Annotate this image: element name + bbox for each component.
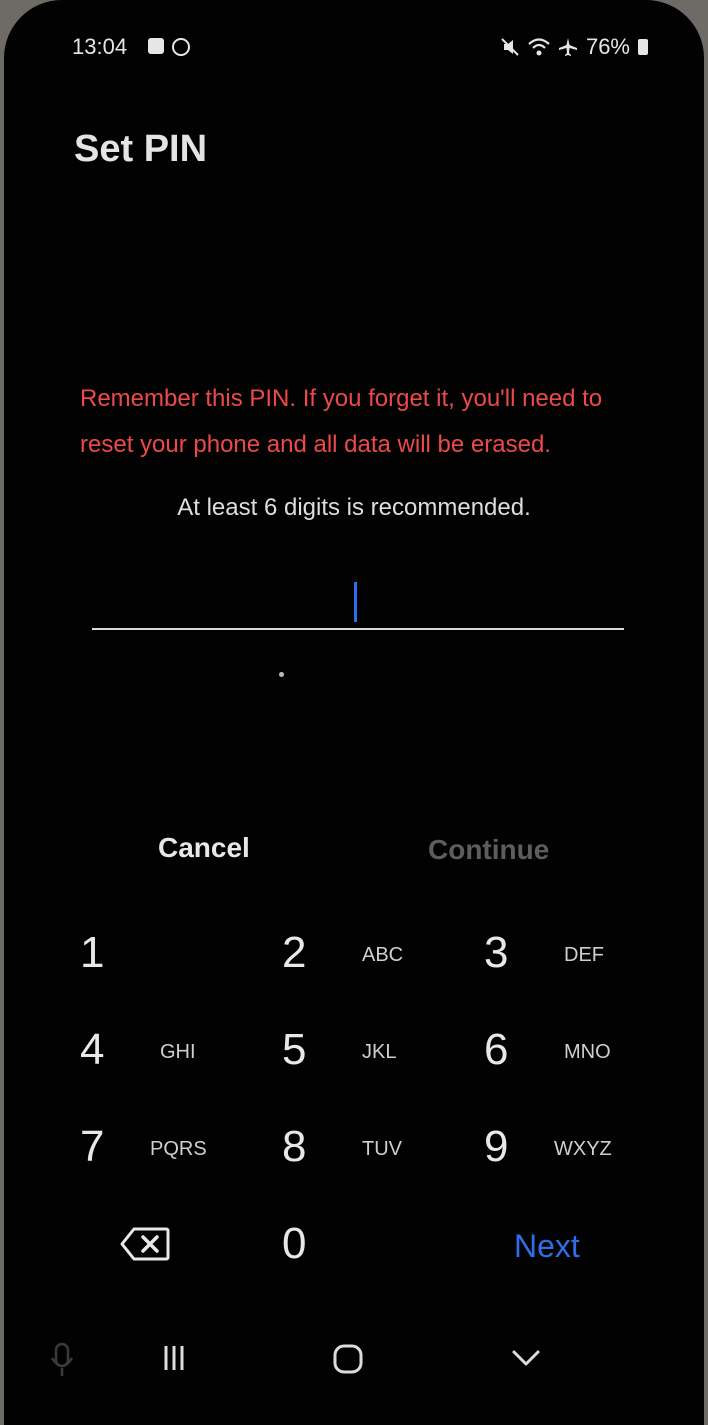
key-letters: PQRS [150, 1138, 207, 1160]
key-8[interactable]: 8 TUV [282, 1100, 482, 1196]
key-letters: ABC [362, 944, 404, 966]
cancel-button[interactable]: Cancel [158, 832, 250, 864]
back-icon[interactable] [506, 1338, 546, 1378]
text-cursor [354, 582, 357, 622]
key-letters: TUV [362, 1138, 402, 1160]
action-row: Cancel Continue [4, 832, 704, 882]
pin-input-field[interactable] [84, 560, 628, 650]
key-number: 4 [80, 1025, 105, 1074]
key-7[interactable]: 7 PQRS [80, 1100, 280, 1196]
numeric-keypad: 1 2 ABC 3 DEF 4 GHI 5 JKL 6 MNO 7 PQRS 8 [40, 906, 644, 1296]
battery-percent: 76% [585, 34, 630, 59]
pin-warning-text: Remember this PIN. If you forget it, you… [80, 385, 603, 458]
navigation-bar [4, 1330, 704, 1400]
app-circle-icon [172, 38, 190, 56]
airplane-icon [558, 38, 577, 56]
phone-screen: 13:04 76% Set PIN Remember this PIN. If … [4, 0, 704, 1425]
key-number: 0 [282, 1219, 307, 1268]
key-3[interactable]: 3 DEF [484, 906, 684, 1002]
mute-icon [501, 38, 519, 56]
battery-icon [638, 39, 648, 55]
key-0[interactable]: 0 [282, 1197, 482, 1293]
status-bar: 13:04 76% [4, 30, 704, 66]
next-button[interactable]: Next [514, 1228, 580, 1265]
key-6[interactable]: 6 MNO [484, 1003, 684, 1099]
key-number: 6 [484, 1025, 509, 1074]
key-4[interactable]: 4 GHI [80, 1003, 280, 1099]
page-title: Set PIN [74, 128, 208, 170]
screen-record-icon [148, 38, 164, 54]
key-number: 1 [80, 928, 105, 977]
key-letters: WXYZ [554, 1138, 612, 1160]
pin-hint-text: At least 6 digits is recommended. [177, 494, 531, 521]
key-1[interactable]: 1 [80, 906, 280, 1002]
key-number: 5 [282, 1025, 307, 1074]
key-number: 8 [282, 1122, 307, 1171]
key-2[interactable]: 2 ABC [282, 906, 482, 1002]
key-letters: MNO [564, 1041, 611, 1063]
home-icon[interactable] [328, 1338, 368, 1378]
key-5[interactable]: 5 JKL [282, 1003, 482, 1099]
key-letters: GHI [160, 1041, 196, 1063]
key-letters: DEF [564, 944, 604, 966]
status-right: 76% [500, 34, 648, 60]
recents-icon[interactable] [156, 1338, 192, 1378]
key-letters: JKL [362, 1041, 397, 1063]
mic-icon[interactable] [48, 1338, 76, 1378]
key-number: 9 [484, 1122, 509, 1171]
backspace-icon[interactable] [120, 1226, 170, 1262]
key-number: 3 [484, 928, 509, 977]
wifi-icon [528, 38, 550, 56]
key-number: 7 [80, 1122, 105, 1171]
status-time: 13:04 [72, 34, 128, 59]
continue-button[interactable]: Continue [428, 834, 549, 866]
key-9[interactable]: 9 WXYZ [484, 1100, 684, 1196]
key-number: 2 [282, 928, 307, 977]
pin-input-underline [92, 628, 624, 630]
indicator-dot [279, 672, 284, 677]
